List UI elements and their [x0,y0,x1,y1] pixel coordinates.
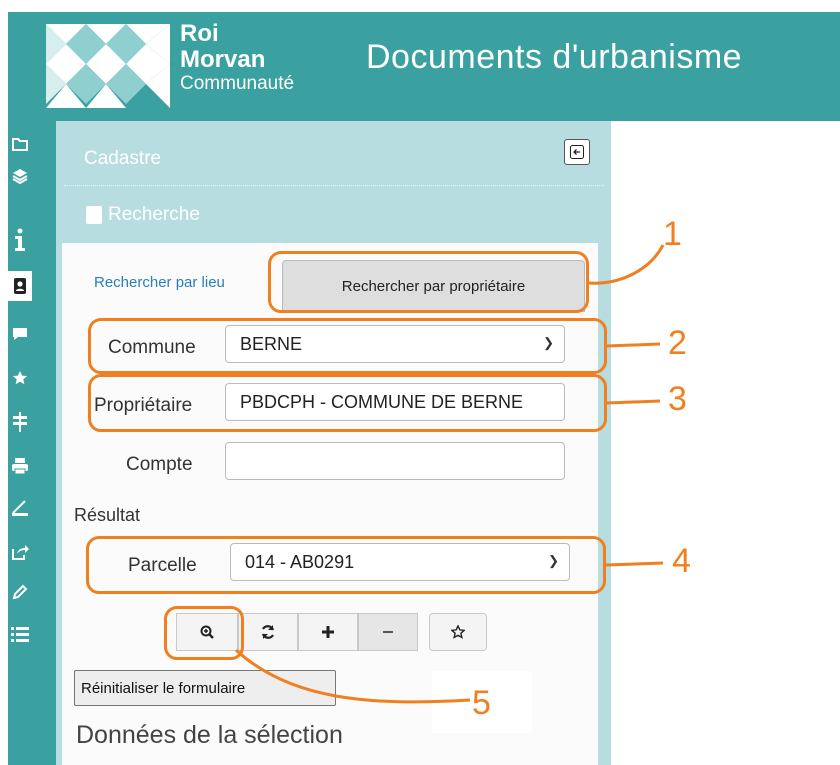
annotation-number-4: 4 [672,542,691,580]
annotation-number-2: 2 [668,324,687,362]
annotation-number-1: 1 [663,215,682,253]
annotation-connectors [234,244,665,704]
annotation-number-5: 5 [472,684,491,722]
annotation-number-3: 3 [668,380,687,418]
